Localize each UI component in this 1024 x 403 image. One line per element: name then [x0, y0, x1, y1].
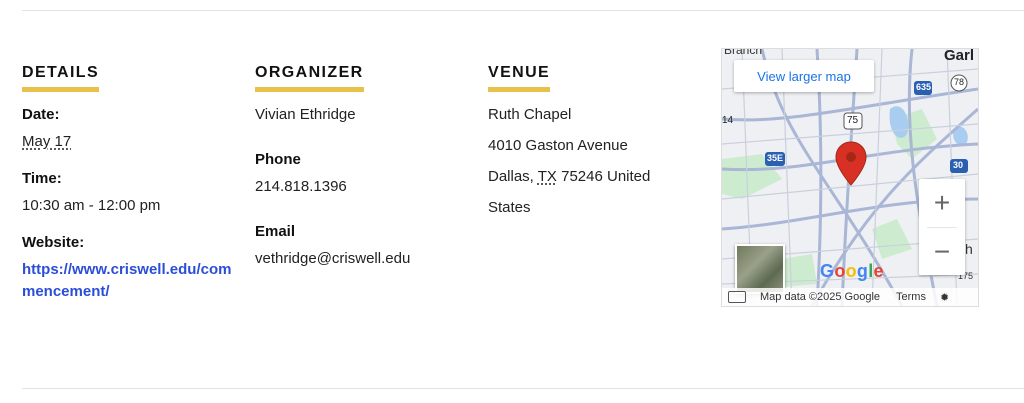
keyboard-icon[interactable]	[728, 291, 746, 303]
organizer-heading: ORGANIZER	[255, 64, 364, 92]
top-divider	[22, 10, 1024, 11]
venue-street: 4010 Gaston Avenue	[488, 137, 628, 154]
google-logo: Google	[820, 261, 884, 281]
map-attribution: Map data ©2025 Google	[760, 291, 881, 303]
organizer-name: Vivian Ethridge	[255, 106, 356, 123]
time-row: Time: 10:30 am - 12:00 pm	[22, 170, 232, 214]
venue-city-line: Dallas, TX 75246 United	[488, 161, 698, 192]
map-label-635: 635	[916, 82, 932, 92]
venue-map[interactable]: Branch Garl 635 78 75 35E 30 14 h 175 Vi…	[721, 48, 979, 307]
map-label-h: h	[965, 241, 973, 257]
map-label-branch: Branch	[724, 48, 763, 57]
website-row: Website: https://www.criswell.edu/commen…	[22, 234, 232, 303]
phone-row: Phone 214.818.1396	[255, 151, 455, 195]
date-value: May 17	[22, 133, 72, 150]
email-label: Email	[255, 223, 296, 240]
zoom-controls: + −	[919, 179, 965, 275]
map-label-garl: Garl	[944, 48, 975, 64]
details-section: DETAILS Date: May 17 Time: 10:30 am - 12…	[22, 64, 232, 323]
report-bug-icon[interactable]: ✹	[940, 291, 949, 304]
date-row: Date: May 17	[22, 106, 232, 150]
map-label-75: 75	[847, 115, 859, 126]
venue-zip-country: 75246 United	[561, 168, 651, 185]
venue-section: VENUE Ruth Chapel 4010 Gaston Avenue Dal…	[488, 64, 698, 223]
email-value: vethridge@criswell.edu	[255, 250, 411, 267]
venue-state: TX	[537, 168, 557, 185]
website-link[interactable]: https://www.criswell.edu/commencement/	[22, 259, 232, 303]
map-label-14: 14	[722, 115, 734, 126]
view-larger-map-link[interactable]: View larger map	[734, 60, 874, 92]
map-label-30: 30	[953, 160, 964, 170]
zoom-out-button[interactable]: −	[919, 228, 965, 276]
email-row: Email vethridge@criswell.edu	[255, 223, 455, 267]
website-label: Website:	[22, 234, 85, 251]
terms-link[interactable]: Terms	[896, 291, 926, 303]
organizer-section: ORGANIZER Vivian Ethridge Phone 214.818.…	[255, 64, 455, 267]
details-heading: DETAILS	[22, 64, 100, 92]
phone-label: Phone	[255, 151, 301, 168]
venue-name: Ruth Chapel	[488, 106, 572, 123]
time-label: Time:	[22, 170, 62, 187]
satellite-toggle-button[interactable]	[735, 244, 785, 294]
venue-heading: VENUE	[488, 64, 551, 92]
date-label: Date:	[22, 106, 60, 123]
location-pin-icon[interactable]	[835, 141, 867, 187]
bottom-divider	[22, 388, 1024, 389]
map-label-78: 78	[954, 77, 965, 87]
phone-value: 214.818.1396	[255, 178, 347, 195]
time-value: 10:30 am - 12:00 pm	[22, 197, 161, 214]
map-label-35e: 35E	[767, 153, 784, 163]
map-attribution-bar: Map data ©2025 Google Terms ✹	[722, 288, 978, 306]
venue-city: Dallas,	[488, 168, 534, 185]
venue-country: States	[488, 199, 531, 216]
zoom-in-button[interactable]: +	[919, 179, 965, 227]
